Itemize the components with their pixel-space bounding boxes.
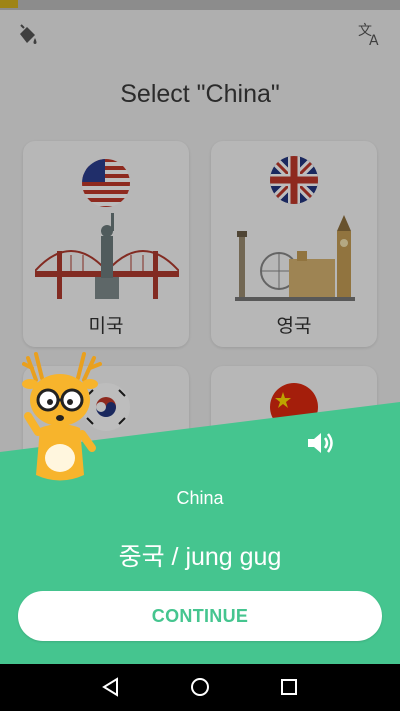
app-screen: 文 A Select "China" 미국 영국 China 중국 / jung… bbox=[0, 0, 400, 664]
back-triangle-icon[interactable] bbox=[99, 675, 123, 699]
continue-button[interactable]: CONTINUE bbox=[18, 591, 382, 641]
answer-translation: 중국 / jung gug bbox=[118, 543, 282, 571]
answer-word: China bbox=[176, 488, 224, 508]
deer-mascot-illustration bbox=[22, 352, 102, 481]
home-circle-icon[interactable] bbox=[188, 675, 212, 699]
speaker-icon[interactable] bbox=[306, 430, 336, 456]
android-nav-bar bbox=[0, 664, 400, 711]
recents-square-icon[interactable] bbox=[277, 675, 301, 699]
